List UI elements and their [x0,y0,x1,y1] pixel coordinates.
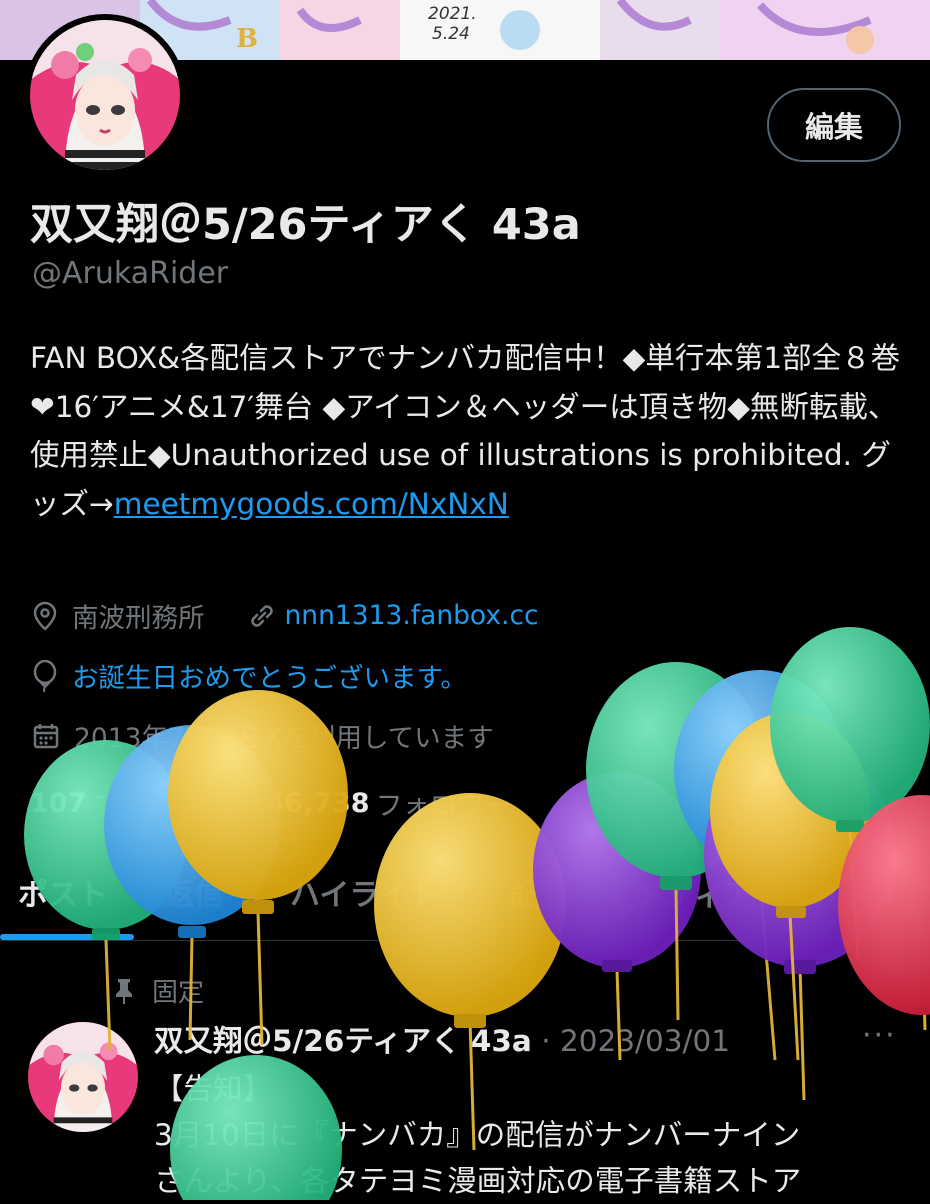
user-handle: @ArukaRider [32,256,229,291]
followers-label[interactable]: フォロワー [376,784,511,823]
website-link[interactable]: nnn1313.fanbox.cc [285,600,539,631]
profile-tabs: ポスト 返信 ハイライト 記事 メディア いいね [0,862,930,932]
location-pin-icon [33,601,57,631]
calendar-icon [33,723,59,748]
pin-icon [116,978,132,1004]
balloon-icon [33,659,57,692]
tab-replies[interactable]: 返信 [164,870,224,914]
profile-meta-row: 南波刑務所 nnn1313.fanbox.cc [32,596,539,635]
follow-stats: 107 フォロー中 46,738 フォロワー [30,784,511,823]
followers-count[interactable]: 46,738 [265,788,369,819]
post-text: 【告知】 3月10日に『ナンバカ』の配信がナンバーナイン さんより、各タテヨミ漫… [154,1066,914,1204]
tab-divider [0,940,930,941]
balloon [586,662,766,1021]
following-count[interactable]: 107 [30,788,86,819]
post-header: 双又翔＠5/26ティアく 43a · 2023/03/01 [154,1018,730,1060]
tab-media[interactable]: メディア [636,870,754,914]
edit-profile-button[interactable]: 編集 [767,88,901,162]
profile-bio: FAN BOX&各配信ストアでナンバカ配信中！◆単行本第1部全８巻❤16′アニメ… [30,334,910,528]
pinned-indicator: 固定 [112,972,204,1009]
post-line: さんより、各タテヨミ漫画対応の電子書籍ストア [154,1164,802,1198]
profile-avatar[interactable] [24,14,186,176]
location-text: 南波刑務所 [72,603,205,634]
profile-meta-row: お誕生日おめでとうございます。 [32,656,467,695]
joined-text: 2013年7月からXを利用しています [74,723,494,754]
post-line: 3月10日に『ナンバカ』の配信がナンバーナイン [154,1118,801,1152]
link-icon [250,604,273,627]
pinned-label: 固定 [152,978,205,1008]
more-icon[interactable]: ··· [862,1018,897,1053]
post-author-name[interactable]: 双又翔＠5/26ティアく 43a [154,1024,532,1058]
birthday-text[interactable]: お誕生日おめでとうございます。 [72,656,467,695]
following-label[interactable]: フォロー中 [92,784,227,823]
display-name: 双又翔＠5/26ティアく 43a [30,200,581,250]
post-line: 【告知】 [154,1072,273,1106]
tab-articles[interactable]: 記事 [510,870,570,914]
post-date[interactable]: · 2023/03/01 [541,1024,730,1058]
post-author-avatar[interactable] [28,1022,138,1132]
tab-likes[interactable]: いいね [806,870,896,914]
tab-posts[interactable]: ポスト [18,870,108,914]
tab-highlights[interactable]: ハイライト [290,870,439,914]
profile-meta-row: 2013年7月からXを利用しています [32,716,494,755]
bio-link[interactable]: meetmygoods.com/NxNxN [114,487,509,521]
